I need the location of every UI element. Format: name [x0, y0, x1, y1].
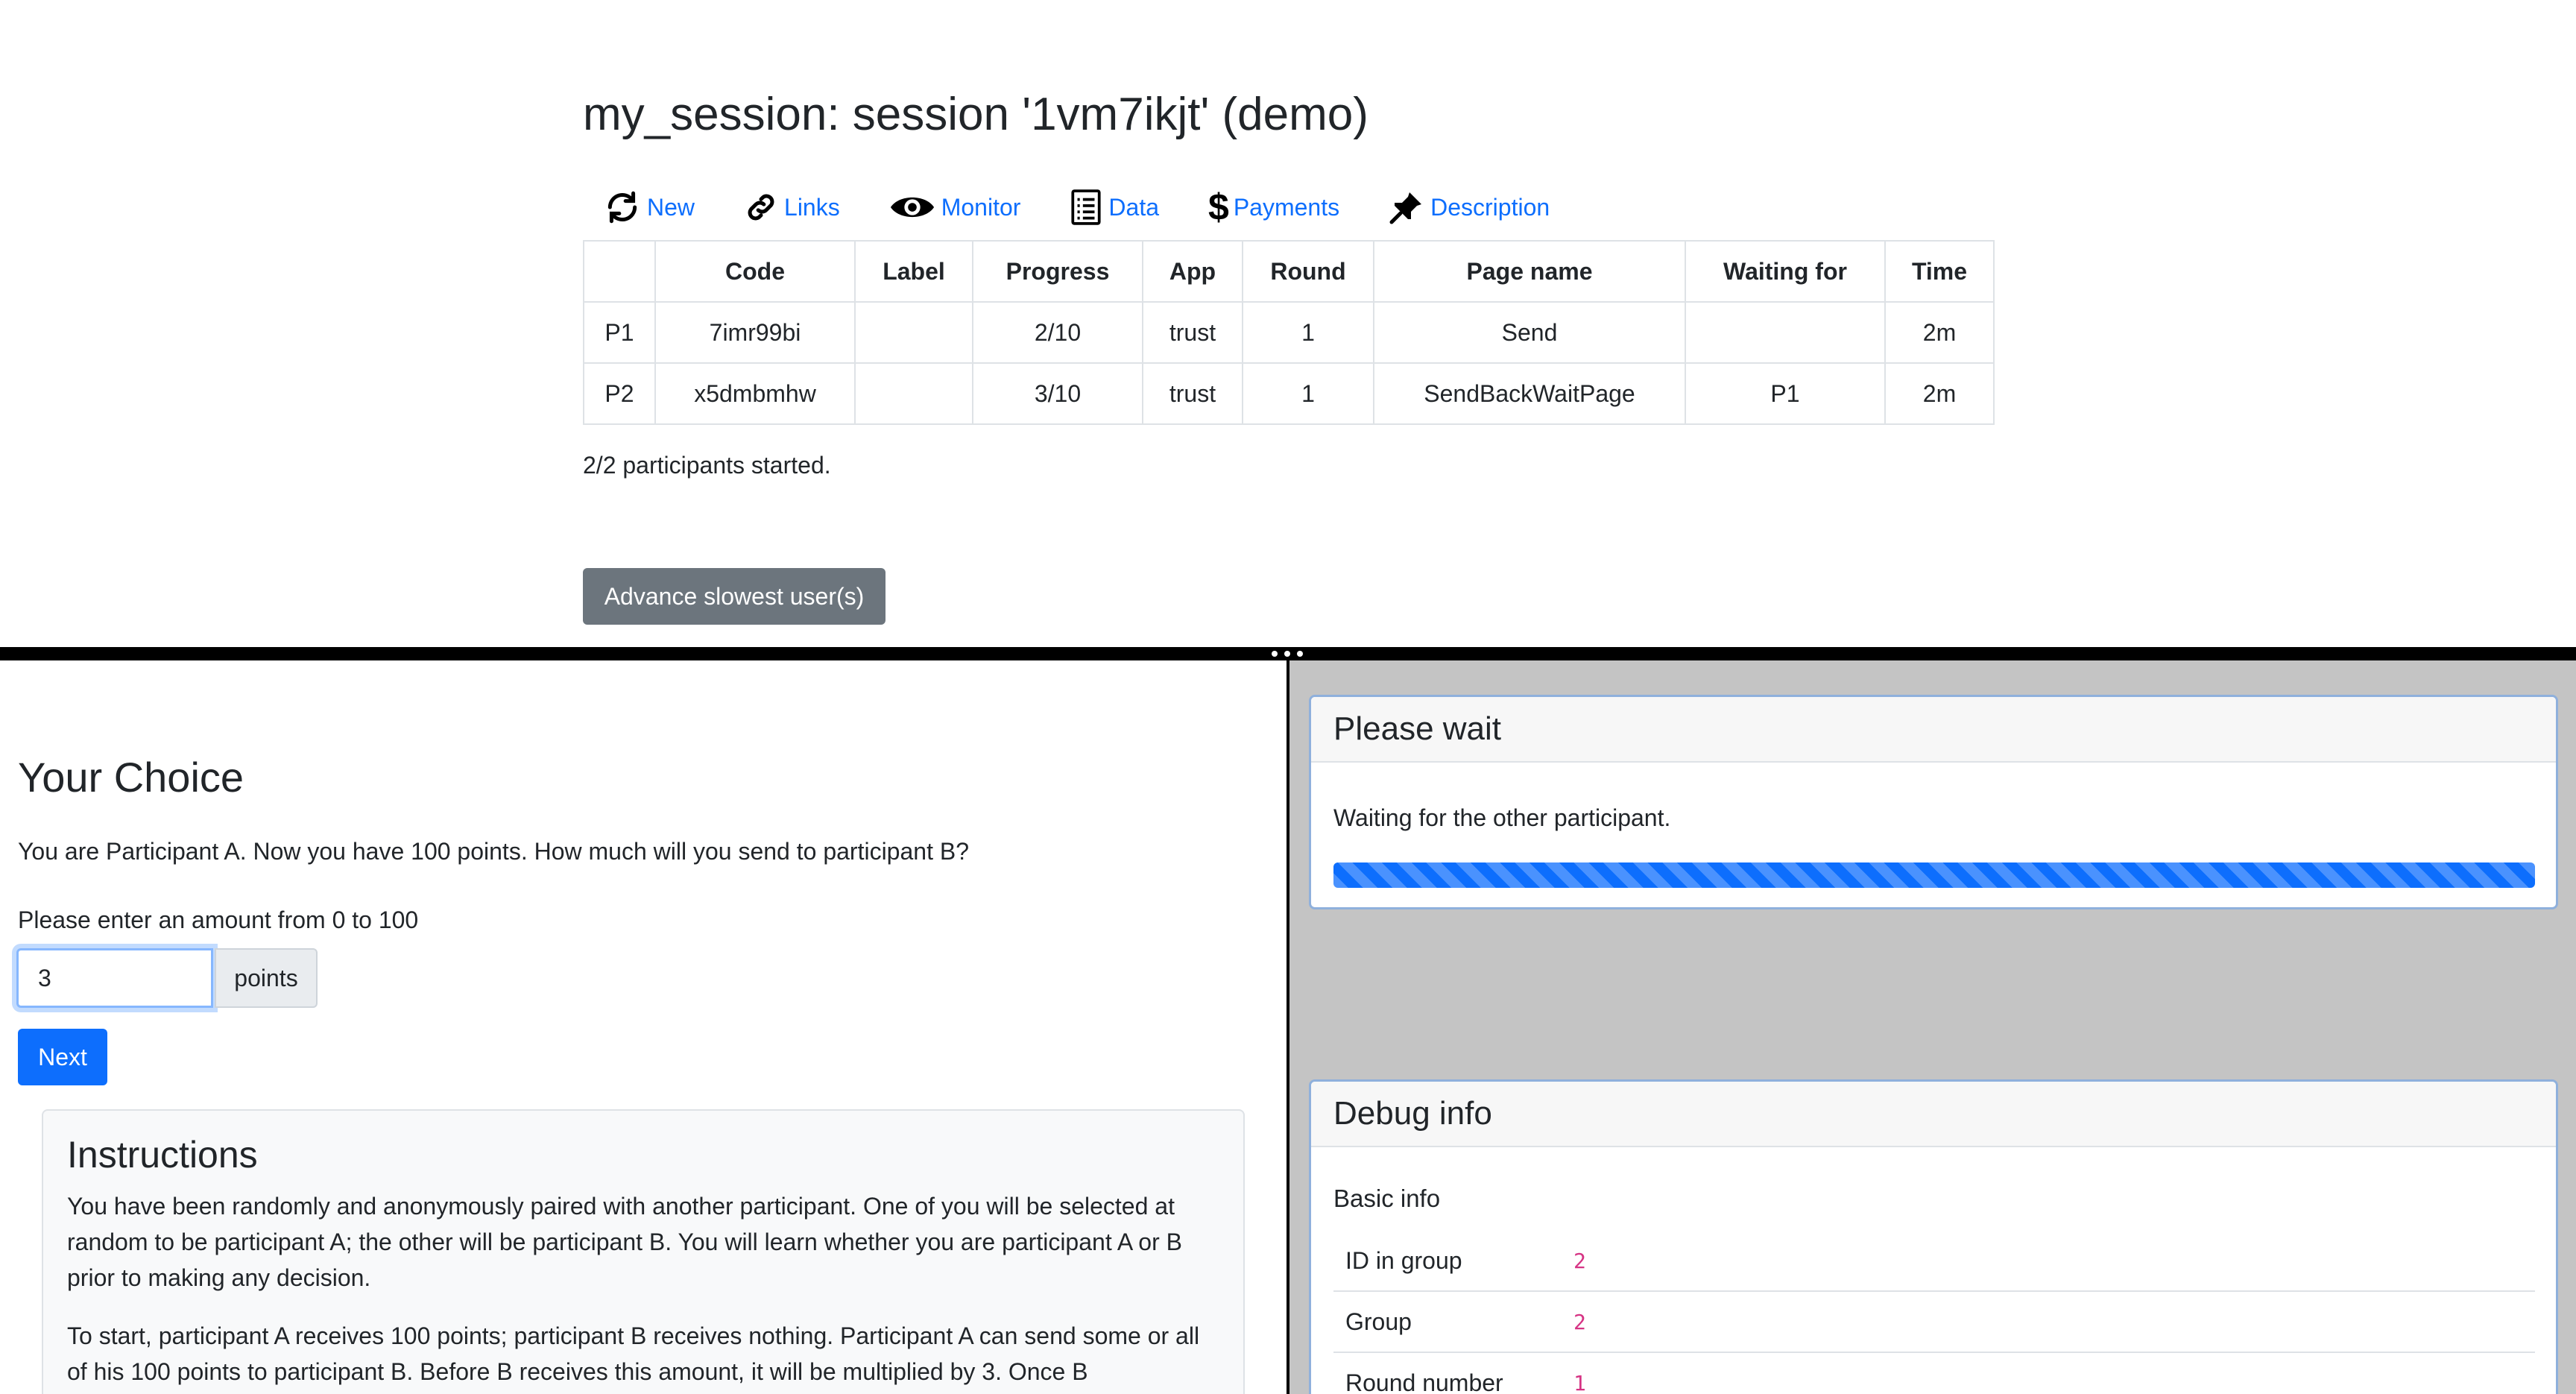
nav-new-link[interactable]: New — [604, 189, 695, 226]
table-cell: trust — [1142, 362, 1243, 425]
debug-row: Round number 1 — [1333, 1353, 2535, 1394]
debug-row: ID in group 2 — [1333, 1231, 2535, 1292]
table-row: P1 7imr99bi 2/10 trust 1 Send 2m — [583, 301, 1995, 364]
table-cell: 2/10 — [972, 301, 1143, 364]
debug-value: 1 — [1573, 1370, 1586, 1394]
table-cell — [854, 301, 973, 364]
wait-card-header: Please wait — [1311, 697, 2556, 763]
table-header: App — [1142, 240, 1243, 303]
table-cell: P2 — [583, 362, 656, 425]
table-cell — [1685, 301, 1886, 364]
debug-key: ID in group — [1345, 1246, 1462, 1274]
splitter-handle-icon[interactable] — [1272, 650, 1303, 657]
nav-new-label: New — [647, 193, 695, 221]
instructions-paragraph: You have been randomly and anonymously p… — [67, 1193, 1182, 1291]
table-header: Progress — [972, 240, 1143, 303]
participant-b-pane: Please wait Waiting for the other partic… — [1289, 660, 2576, 1394]
participants-started-status: 2/2 participants started. — [583, 452, 831, 479]
table-header: Round — [1242, 240, 1374, 303]
debug-key: Group — [1345, 1308, 1412, 1335]
table-cell: 3/10 — [972, 362, 1143, 425]
session-nav: New Links Monitor Data $ Payments Descri… — [604, 183, 1599, 231]
participant-a-pane: Your Choice You are Participant A. Now y… — [0, 660, 1287, 1394]
advance-slowest-button[interactable]: Advance slowest user(s) — [583, 568, 886, 625]
page-title: Your Choice — [18, 754, 244, 801]
amount-input-group: points — [16, 948, 318, 1008]
link-icon — [748, 194, 774, 221]
nav-data-label: Data — [1108, 193, 1160, 221]
table-cell: 2m — [1884, 362, 1995, 425]
table-header: Label — [854, 240, 973, 303]
debug-value: 2 — [1573, 1309, 1586, 1334]
table-header: Page name — [1373, 240, 1686, 303]
wait-message: Waiting for the other participant. — [1333, 804, 1671, 831]
table-cell: trust — [1142, 301, 1243, 364]
table-cell: 1 — [1242, 362, 1374, 425]
nav-payments-link[interactable]: $ Payments — [1208, 189, 1339, 226]
table-cell: SendBackWaitPage — [1373, 362, 1686, 425]
instructions-title: Instructions — [67, 1134, 258, 1176]
debug-row: Group 2 — [1333, 1292, 2535, 1353]
next-button[interactable]: Next — [18, 1029, 107, 1085]
table-cell: 7imr99bi — [654, 301, 856, 364]
instructions-paragraph: To start, participant A receives 100 poi… — [67, 1322, 1200, 1385]
amount-field[interactable] — [16, 948, 213, 1008]
pin-icon — [1389, 192, 1422, 224]
choice-question-text: You are Participant A. Now you have 100 … — [18, 838, 969, 865]
list-icon — [1071, 189, 1102, 225]
table-cell — [854, 362, 973, 425]
table-header: Code — [654, 240, 856, 303]
debug-card-header: Debug info — [1311, 1082, 2556, 1147]
debug-info-card: Debug info Basic info ID in group 2 Grou… — [1309, 1079, 2558, 1394]
participants-table: Code Label Progress App Round Page name … — [583, 240, 1995, 425]
table-row: P2 x5dmbmhw 3/10 trust 1 SendBackWaitPag… — [583, 362, 1995, 425]
table-header — [583, 240, 656, 303]
nav-links-link[interactable]: Links — [744, 190, 840, 224]
refresh-icon — [607, 191, 637, 224]
points-addon: points — [215, 948, 318, 1008]
session-monitor-pane: my_session: session '1vm7ikjt' (demo) Ne… — [0, 0, 2576, 647]
table-cell: P1 — [1685, 362, 1886, 425]
table-header: Waiting for — [1685, 240, 1886, 303]
dollar-icon: $ — [1208, 186, 1229, 228]
eye-icon — [890, 197, 934, 218]
nav-data-link[interactable]: Data — [1070, 189, 1159, 226]
debug-key: Round number — [1345, 1369, 1503, 1394]
nav-description-link[interactable]: Description — [1389, 189, 1550, 225]
nav-description-label: Description — [1430, 193, 1550, 221]
table-header: Time — [1884, 240, 1995, 303]
wait-progress-bar — [1333, 862, 2535, 888]
nav-links-label: Links — [784, 193, 840, 221]
table-cell: 1 — [1242, 301, 1374, 364]
instructions-card: Instructions You have been randomly and … — [42, 1109, 1245, 1394]
table-cell: 2m — [1884, 301, 1995, 364]
nav-payments-label: Payments — [1233, 193, 1340, 221]
amount-field-label: Please enter an amount from 0 to 100 — [18, 906, 419, 933]
table-cell: x5dmbmhw — [654, 362, 856, 425]
wait-card: Please wait Waiting for the other partic… — [1309, 695, 2558, 909]
nav-monitor-link[interactable]: Monitor — [889, 192, 1021, 222]
page-title: my_session: session '1vm7ikjt' (demo) — [583, 89, 1368, 140]
table-cell: P1 — [583, 301, 656, 364]
basic-info-heading: Basic info — [1333, 1185, 1441, 1212]
table-header-row: Code Label Progress App Round Page name … — [583, 240, 1995, 303]
table-cell: Send — [1373, 301, 1686, 364]
nav-monitor-label: Monitor — [941, 193, 1021, 221]
debug-value: 2 — [1573, 1248, 1586, 1273]
